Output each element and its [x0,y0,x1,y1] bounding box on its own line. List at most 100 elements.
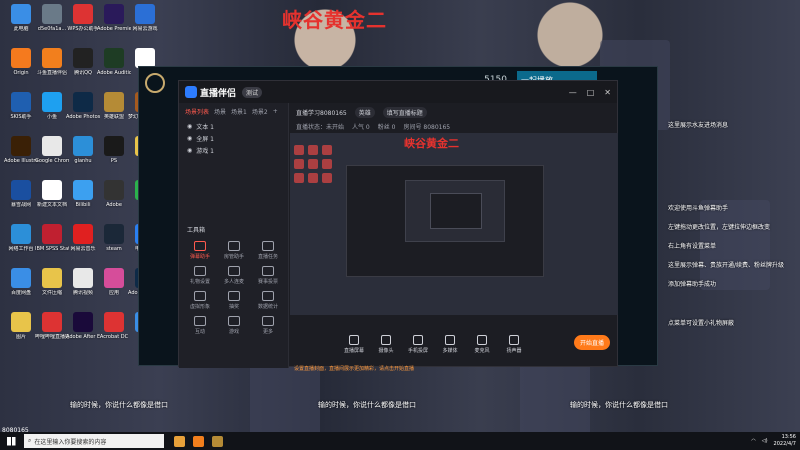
tool-item[interactable]: 房管助手 [217,241,251,260]
desktop-icon[interactable]: 百度网盘 [4,268,38,308]
start-live-button[interactable]: 开始直播 [573,335,610,350]
desktop-icon[interactable]: Adobe [97,180,131,220]
desktop-icon[interactable]: Adobe Photoshop [66,92,100,132]
room-category-tag[interactable]: 英雄 [354,107,375,118]
desktop-icon[interactable]: 暴雪战网 [4,180,38,220]
desktop-icon[interactable]: 图片 [4,312,38,352]
maximize-button[interactable]: □ [587,88,595,97]
tool-icon [262,316,274,326]
desktop-icon[interactable]: Acrobat DC [97,312,131,352]
desktop-icon[interactable]: PS [97,136,131,176]
tool-item[interactable]: 互动 [183,316,217,335]
desktop-icon[interactable]: 网易云音乐 [66,224,100,264]
eye-icon[interactable]: ◉ [187,147,192,154]
speaker-button[interactable]: 扬声器 [502,334,526,354]
scene-item[interactable]: ◉ 全屏 1 [179,132,288,144]
tool-item[interactable]: 抽奖 [217,291,251,310]
tab-scene[interactable]: 场景 [214,107,226,116]
desktop-icon[interactable]: Adobe Audition... [97,48,131,88]
desktop-icon[interactable]: 此电脑 [4,4,38,44]
desktop-icon[interactable]: 腾讯QQ [66,48,100,88]
app-icon [11,312,31,332]
desktop-icon[interactable]: 网易云游戏 [128,4,162,44]
desktop-icon[interactable]: gianhu [66,136,100,176]
app-icon [42,312,62,332]
stream-preview[interactable]: 峡谷黄金二 [290,133,618,315]
desktop-icon[interactable]: 新建文本文档 [35,180,69,220]
app-icon [104,92,124,112]
douyu-icon[interactable] [193,435,204,447]
close-button[interactable]: ✕ [604,88,611,97]
tab-scene-2[interactable]: 场景2 [252,107,268,116]
tab-scene-list[interactable]: 场景列表 [185,107,209,116]
tool-label: 多人连麦 [223,279,244,285]
clock-time: 13:56 [781,434,796,440]
tool-item[interactable]: 赛事投票 [251,266,285,285]
subtitle: 输的时候，你说什么都像是借口 [570,401,668,409]
chat-message: 添加弹幕助手成功 [668,281,717,288]
scene-item[interactable]: ◉ 游戏 1 [179,144,288,156]
desktop-icon[interactable]: 网络工作台 [4,224,38,264]
desktop-icon[interactable]: 腾讯视频 [66,268,100,308]
tool-item[interactable]: 游戏 [217,316,251,335]
start-button[interactable] [0,432,22,450]
scene-item-label: 文本 1 [196,123,214,131]
desktop-icon[interactable]: 哔哩哔哩直播姬 [35,312,69,352]
eye-icon[interactable]: ◉ [187,123,192,130]
camera-button[interactable]: 摄像头 [374,334,398,354]
tool-item[interactable]: 直播任务 [251,241,285,260]
microphone-button[interactable]: 麦克风 [470,334,494,354]
desktop-icon-label: WPS办公助手 [67,26,99,32]
desktop-icon[interactable]: Adobe After Effects CC [66,312,100,352]
tool-item[interactable]: 虚拟形象 [183,291,217,310]
desktop-icon[interactable]: WPS办公助手 [66,4,100,44]
desktop-icon[interactable]: Origin [4,48,38,88]
streaming-app-window[interactable]: 直播伴侣 测试 — □ ✕ 场景列表 场景 场景1 场景2 + ◉ 文本 1 ◉ 全… [178,80,618,372]
app-icon [11,92,31,112]
toolbox-title: 工具箱 [187,227,206,234]
desktop-icon[interactable]: 英雄联盟 [97,92,131,132]
desktop-icon[interactable]: 斗鱼直播伴侣 [35,48,69,88]
app-icon [11,4,31,24]
taskbar: ⌕ 在这里输入你要搜索的内容 ◠ ◁) 13:56 2022/4/7 [0,432,800,450]
desktop-icon[interactable]: 文件压缩 [35,268,69,308]
desktop-icon[interactable]: SKIS助手 [4,92,38,132]
wifi-icon[interactable]: ◠ [751,438,755,444]
desktop-icon[interactable]: Adobe Premie... [97,4,131,44]
desktop-icon-label: Adobe Premie... [97,26,131,32]
minimize-button[interactable]: — [569,88,577,97]
preview-nested-window-2 [405,180,505,242]
desktop-icon[interactable]: steam [97,224,131,264]
tool-item[interactable]: 多人连麦 [217,266,251,285]
tab-scene-1[interactable]: 场景1 [231,107,247,116]
desktop-icon[interactable]: Google Chrome [35,136,69,176]
windows-icon [6,436,16,446]
desktop-icon[interactable]: IBM SPSS Statistics 26 [35,224,69,264]
desktop-icon[interactable]: Adobe Illustrat... [4,136,38,176]
app-icon [73,180,93,200]
desktop-icon[interactable]: d5e0fa1a... [35,4,69,44]
tool-item[interactable]: 更多 [251,316,285,335]
file-explorer-icon[interactable] [174,435,185,447]
app-icon [73,224,93,244]
clock[interactable]: 13:56 2022/4/7 [774,434,796,448]
phone-cast-button[interactable]: 手机投屏 [406,334,430,354]
tool-item[interactable]: 礼物设置 [183,266,217,285]
app-icon [42,224,62,244]
taskbar-search[interactable]: ⌕ 在这里输入你要搜索的内容 [24,434,164,448]
lol-icon[interactable] [212,435,223,447]
media-button[interactable]: 多媒体 [438,334,462,354]
screen-capture-button[interactable]: 直播屏幕 [342,334,366,354]
scene-item[interactable]: ◉ 文本 1 [179,120,288,132]
eye-icon[interactable]: ◉ [187,135,192,142]
edit-title-button[interactable]: 填写直播标题 [382,107,427,118]
tool-label: 直播任务 [257,254,278,260]
tool-item[interactable]: 数据统计 [251,291,285,310]
add-scene-button[interactable]: + [273,108,278,115]
desktop-icon[interactable]: Bilibili [66,180,100,220]
search-placeholder: 在这里输入你要搜索的内容 [34,438,107,446]
volume-icon[interactable]: ◁) [762,438,768,444]
desktop-icon[interactable]: 小鱼 [35,92,69,132]
desktop-icon[interactable]: 应用 [97,268,131,308]
tool-item[interactable]: 弹幕助手 [183,241,217,260]
